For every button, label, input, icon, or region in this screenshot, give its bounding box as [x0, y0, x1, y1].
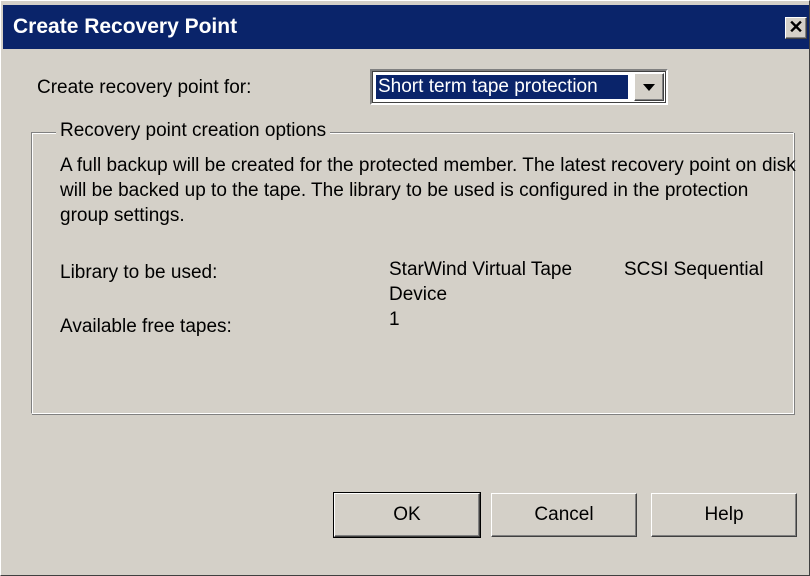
- recovery-options-group: Recovery point creation options A full b…: [31, 120, 796, 414]
- recovery-type-dropdown[interactable]: Short term tape protection: [370, 69, 668, 105]
- help-button[interactable]: Help: [651, 493, 797, 537]
- group-description: A full backup will be created for the pr…: [60, 155, 796, 226]
- close-icon: ✕: [788, 17, 804, 37]
- close-button[interactable]: ✕: [785, 17, 807, 39]
- library-value-type: SCSI Sequential: [624, 259, 764, 280]
- dropdown-button[interactable]: [634, 73, 664, 101]
- free-tapes-value: 1: [389, 309, 400, 330]
- library-label: Library to be used:: [60, 262, 218, 283]
- free-tapes-label: Available free tapes:: [60, 316, 232, 337]
- chevron-down-icon: [643, 84, 655, 91]
- recovery-type-selected-value: Short term tape protection: [375, 74, 629, 100]
- create-for-label: Create recovery point for:: [37, 77, 252, 98]
- ok-button[interactable]: OK: [333, 492, 481, 538]
- dialog-title: Create Recovery Point: [13, 15, 238, 38]
- cancel-button[interactable]: Cancel: [491, 493, 637, 537]
- library-value-line-1: StarWind Virtual Tape: [389, 259, 573, 280]
- library-value-line-2: Device: [389, 284, 448, 305]
- title-bar[interactable]: Create Recovery Point ✕: [3, 5, 809, 49]
- create-recovery-point-dialog: Create Recovery Point ✕ Create recovery …: [0, 0, 810, 576]
- group-legend: Recovery point creation options: [56, 120, 331, 142]
